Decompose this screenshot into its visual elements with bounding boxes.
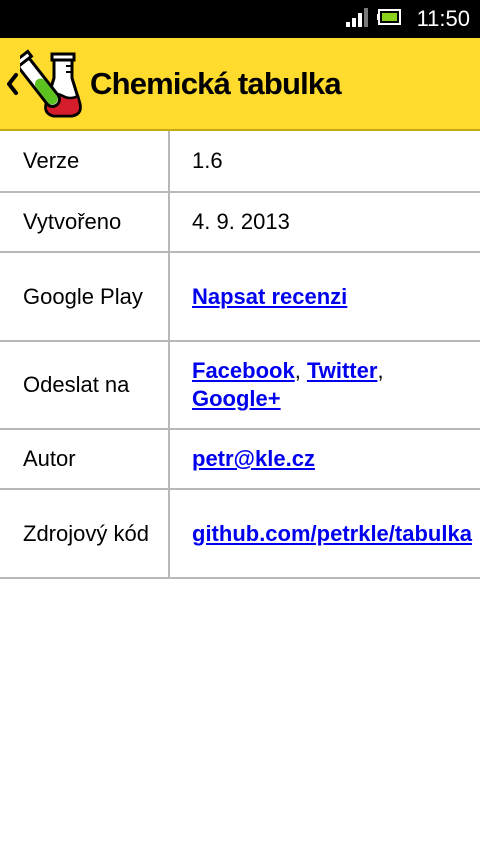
table-row-source-code: Zdrojový kód github.com/petrkle/tabulka xyxy=(0,489,480,579)
chevron-left-icon xyxy=(2,70,22,98)
separator: , xyxy=(294,358,301,383)
row-label: Autor xyxy=(0,429,170,490)
created-date-value: 4. 9. 2013 xyxy=(169,192,480,253)
table-row-google-play: Google Play Napsat recenzi xyxy=(0,252,480,342)
table-row-created: Vytvořeno 4. 9. 2013 xyxy=(0,192,480,253)
status-time: 11:50 xyxy=(416,6,470,31)
row-label: Vytvořeno xyxy=(0,192,170,253)
about-table: Verze 1.6 Vytvořeno 4. 9. 2013 Google Pl… xyxy=(0,131,480,579)
app-title: Chemická tabulka xyxy=(90,65,342,101)
status-bar: 11:50 xyxy=(0,0,480,38)
source-code-link[interactable]: github.com/petrkle/tabulka xyxy=(192,521,472,546)
author-email-link[interactable]: petr@kle.cz xyxy=(192,446,315,471)
table-row-share: Odeslat na Facebook, Twitter, Google+ xyxy=(0,341,480,430)
row-value: github.com/petrkle/tabulka xyxy=(169,489,480,579)
version-value: 1.6 xyxy=(169,131,480,193)
separator: , xyxy=(377,358,384,383)
table-row-author: Autor petr@kle.cz xyxy=(0,429,480,490)
chemistry-flask-icon xyxy=(9,48,84,120)
facebook-link[interactable]: Facebook xyxy=(192,358,295,383)
row-label: Google Play xyxy=(0,252,170,342)
table-row-version: Verze 1.6 xyxy=(0,131,480,193)
write-review-link[interactable]: Napsat recenzi xyxy=(192,284,347,309)
row-label: Zdrojový kód xyxy=(0,489,170,579)
row-value: Napsat recenzi xyxy=(169,252,480,342)
signal-strength-icon xyxy=(345,6,369,33)
twitter-link[interactable]: Twitter xyxy=(307,358,377,383)
row-value: Facebook, Twitter, Google+ xyxy=(169,341,480,430)
up-navigation-button[interactable] xyxy=(0,38,84,129)
row-label: Verze xyxy=(0,131,170,193)
row-value: petr@kle.cz xyxy=(169,429,480,490)
google-plus-link[interactable]: Google+ xyxy=(192,386,281,411)
row-label: Odeslat na xyxy=(0,341,170,430)
action-bar: Chemická tabulka xyxy=(0,38,480,131)
battery-icon xyxy=(376,8,403,30)
status-icons: 11:50 xyxy=(345,0,470,38)
